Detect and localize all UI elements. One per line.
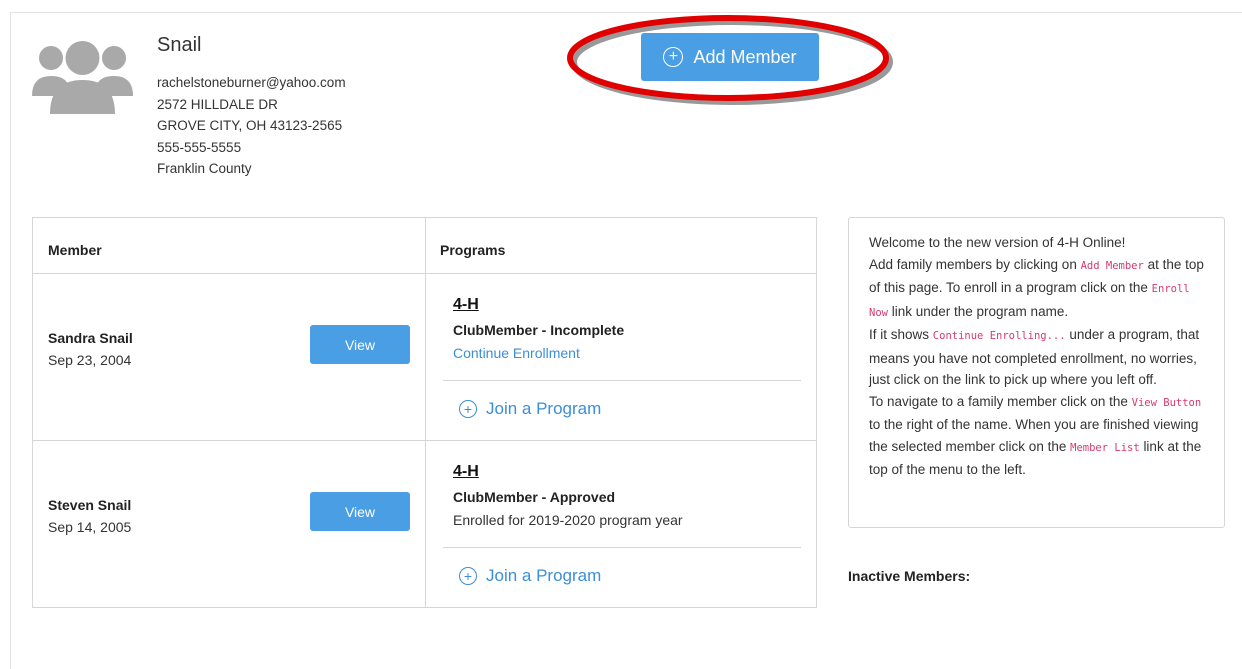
program-status: ClubMember - Approved [453, 489, 616, 505]
family-county: Franklin County [157, 161, 252, 176]
info-code-view-button: View Button [1131, 396, 1202, 409]
info-text: Add family members by clicking on [869, 256, 1077, 272]
info-code-add-member: Add Member [1080, 259, 1144, 272]
join-program-link[interactable]: + Join a Program [459, 566, 601, 586]
members-table: Member Programs Sandra Snail Sep 23, 200… [32, 217, 817, 608]
member-name: Sandra Snail [48, 330, 133, 346]
info-code-continue-enrolling: Continue Enrolling... [932, 330, 1066, 342]
family-contact-info: rachelstoneburner@yahoo.com 2572 HILLDAL… [157, 72, 346, 180]
inactive-members-heading: Inactive Members: [848, 568, 971, 584]
welcome-info-panel: Welcome to the new version of 4-H Online… [848, 217, 1225, 528]
family-city-state-zip: GROVE CITY, OH 43123-2565 [157, 118, 343, 133]
column-divider [425, 218, 426, 607]
info-text: If it shows [869, 327, 930, 342]
info-text: To navigate to a family member click on … [869, 393, 1128, 409]
family-name: Snail [157, 34, 202, 56]
family-address: 2572 HILLDALE DR [157, 96, 278, 112]
family-phone: 555-555-5555 [157, 139, 242, 155]
info-welcome-text: Welcome to the new version of 4-H Online… [869, 235, 1126, 250]
plus-circle-icon: + [459, 567, 477, 585]
join-program-link[interactable]: + Join a Program [459, 399, 601, 419]
join-program-label: Join a Program [486, 399, 602, 418]
program-status: ClubMember - Incomplete [453, 322, 625, 338]
plus-circle-icon: + [663, 47, 684, 67]
info-code-member-list: Member List [1070, 441, 1140, 454]
program-divider [443, 380, 801, 381]
family-email: rachelstoneburner@yahoo.com [157, 75, 346, 90]
header-divider [33, 273, 816, 274]
add-member-label: Add Member [693, 46, 797, 67]
member-dob: Sep 23, 2004 [48, 352, 132, 368]
row-divider [33, 440, 816, 441]
view-member-button[interactable]: View [310, 492, 410, 531]
member-dob: Sep 14, 2005 [48, 519, 132, 535]
join-program-label: Join a Program [486, 566, 602, 585]
program-name-link[interactable]: 4-H [453, 296, 479, 314]
header-programs: Programs [440, 242, 506, 258]
header-member: Member [48, 242, 102, 258]
program-divider [443, 547, 801, 548]
program-name-link[interactable]: 4-H [453, 463, 479, 481]
member-name: Steven Snail [48, 497, 132, 513]
program-enrollment-note: Enrolled for 2019-2020 program year [453, 512, 683, 528]
plus-circle-icon: + [459, 400, 477, 418]
continue-enrollment-link[interactable]: Continue Enrollment [453, 345, 580, 361]
add-member-button[interactable]: + Add Member [641, 33, 819, 81]
view-member-button[interactable]: View [310, 325, 410, 364]
family-avatar-icon [32, 41, 133, 114]
info-text: link under the program name. [891, 303, 1069, 319]
